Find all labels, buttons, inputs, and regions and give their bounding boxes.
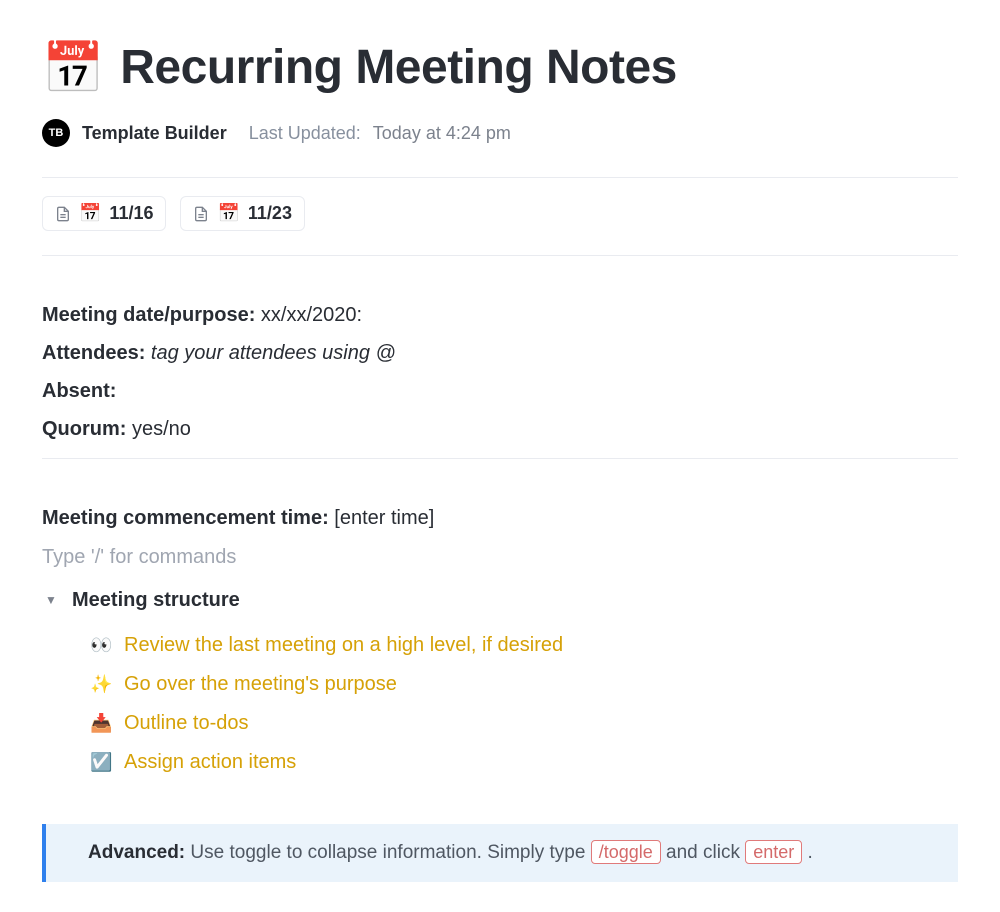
- eyes-icon: 👀: [90, 628, 112, 663]
- structure-list: 👀 Review the last meeting on a high leve…: [90, 626, 958, 782]
- checkbox-icon: ☑️: [90, 745, 112, 780]
- structure-link-todos[interactable]: Outline to-dos: [124, 704, 249, 743]
- callout-text: .: [808, 842, 813, 863]
- updated-label: Last Updated:: [249, 123, 361, 144]
- chevron-down-icon: ▼: [42, 589, 60, 612]
- list-item: ✨ Go over the meeting's purpose: [90, 665, 958, 704]
- absent-row: Absent:: [42, 372, 958, 410]
- attendees-row: Attendees: tag your attendees using @: [42, 334, 958, 372]
- list-item: ☑️ Assign action items: [90, 743, 958, 782]
- quorum-label: Quorum:: [42, 418, 126, 440]
- structure-link-review[interactable]: Review the last meeting on a high level,…: [124, 626, 563, 665]
- tab-emoji: 📅: [79, 203, 101, 224]
- divider: [42, 177, 958, 178]
- absent-label: Absent:: [42, 380, 116, 402]
- tab-label: 11/23: [248, 203, 292, 224]
- updated-value: Today at 4:24 pm: [373, 123, 511, 144]
- callout-text: Use toggle to collapse information. Simp…: [190, 842, 590, 863]
- kbd-toggle: /toggle: [591, 840, 661, 864]
- toggle-title: Meeting structure: [72, 581, 240, 620]
- callout-strong: Advanced:: [88, 842, 185, 863]
- structure-link-purpose[interactable]: Go over the meeting's purpose: [124, 665, 397, 704]
- calendar-icon: 📅: [42, 43, 104, 93]
- attendees-value: tag your attendees using @: [151, 342, 396, 364]
- quorum-row: Quorum: yes/no: [42, 410, 958, 448]
- slash-command-placeholder[interactable]: Type '/' for commands: [42, 538, 958, 577]
- advanced-callout: Advanced: Use toggle to collapse informa…: [42, 824, 958, 882]
- attendees-label: Attendees:: [42, 342, 145, 364]
- list-item: 📥 Outline to-dos: [90, 704, 958, 743]
- tab-11-16[interactable]: 📅 11/16: [42, 196, 166, 231]
- tab-label: 11/16: [109, 203, 153, 224]
- list-item: 👀 Review the last meeting on a high leve…: [90, 626, 958, 665]
- commencement-label: Meeting commencement time:: [42, 507, 329, 529]
- commencement-section[interactable]: Meeting commencement time: [enter time] …: [42, 499, 958, 782]
- page-icon: [55, 206, 71, 222]
- callout-text: and click: [666, 842, 745, 863]
- meeting-info-block[interactable]: Meeting date/purpose: xx/xx/2020: Attend…: [42, 296, 958, 448]
- page-title: Recurring Meeting Notes: [120, 40, 677, 95]
- page-icon: [193, 206, 209, 222]
- meeting-date-value: xx/xx/2020:: [261, 304, 362, 326]
- author-avatar[interactable]: TB: [42, 119, 70, 147]
- meta-row: TB Template Builder Last Updated: Today …: [42, 119, 958, 147]
- meeting-date-label: Meeting date/purpose:: [42, 304, 255, 326]
- toggle-meeting-structure[interactable]: ▼ Meeting structure: [42, 581, 958, 620]
- tab-emoji: 📅: [217, 203, 239, 224]
- meeting-date-row: Meeting date/purpose: xx/xx/2020:: [42, 296, 958, 334]
- structure-link-action-items[interactable]: Assign action items: [124, 743, 296, 782]
- divider: [42, 458, 958, 459]
- divider: [42, 255, 958, 256]
- inbox-icon: 📥: [90, 706, 112, 741]
- author-name[interactable]: Template Builder: [82, 123, 227, 144]
- commencement-value: [enter time]: [334, 507, 434, 529]
- quorum-value: yes/no: [132, 418, 191, 440]
- tab-11-23[interactable]: 📅 11/23: [180, 196, 304, 231]
- tabs-row: 📅 11/16 📅 11/23: [42, 196, 958, 231]
- page-title-row: 📅 Recurring Meeting Notes: [42, 40, 958, 95]
- sparkles-icon: ✨: [90, 667, 112, 702]
- commencement-row: Meeting commencement time: [enter time]: [42, 499, 958, 538]
- kbd-enter: enter: [745, 840, 802, 864]
